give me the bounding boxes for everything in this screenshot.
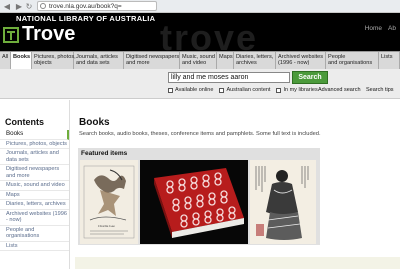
brand-title[interactable]: Trove: [22, 23, 75, 46]
tab-all[interactable]: All: [0, 52, 11, 70]
sidebar-item-people[interactable]: People and organisations: [0, 226, 69, 242]
search-tips-link[interactable]: Search tips: [366, 87, 394, 93]
globe-icon: [40, 3, 46, 9]
page-title: Books: [79, 117, 110, 128]
footer-band: [75, 257, 400, 269]
tab-maps[interactable]: Maps: [217, 52, 234, 70]
featured-item-print[interactable]: [250, 160, 316, 244]
search-button[interactable]: Search: [292, 71, 328, 84]
sidebar-item-journals[interactable]: Journals, articles and data sets: [0, 149, 69, 165]
browser-toolbar: ◀ ▶ ↻ trove.nla.gov.au/book?q=: [0, 0, 400, 13]
site-header: NATIONAL LIBRARY OF AUSTRALIA Trove trov…: [0, 13, 400, 55]
institution-name: NATIONAL LIBRARY OF AUSTRALIA: [16, 14, 156, 23]
contents-sidebar: Contents Books Pictures, photos, objects…: [0, 100, 70, 269]
sidebar-item-newspapers[interactable]: Digitised newspapers and more: [0, 165, 69, 181]
search-options: Available online Australian content In m…: [168, 87, 318, 93]
illustration-image: Charlie Gee: [80, 160, 138, 244]
option-australian-content[interactable]: Australian content: [219, 87, 270, 93]
tab-journals[interactable]: Journals, articles and data sets: [74, 52, 124, 70]
page-description: Search books, audio books, theses, confe…: [79, 131, 321, 137]
sidebar-list: Books Pictures, photos, objects Journals…: [0, 130, 69, 251]
about-link[interactable]: Ab: [388, 25, 396, 32]
option-available-online[interactable]: Available online: [168, 87, 213, 93]
brand-watermark: trove: [160, 17, 259, 55]
tab-lists[interactable]: Lists: [379, 52, 400, 70]
main-content: Books Search books, audio books, theses,…: [75, 100, 400, 269]
featured-item-red-book[interactable]: [140, 160, 248, 244]
sidebar-item-books[interactable]: Books: [0, 130, 69, 140]
sidebar-item-music[interactable]: Music, sound and video: [0, 181, 69, 191]
sidebar-item-pictures[interactable]: Pictures, photos, objects: [0, 140, 69, 149]
featured-item-illustration[interactable]: Charlie Gee: [80, 160, 138, 244]
advanced-search-link[interactable]: Advanced search: [318, 87, 361, 93]
forward-icon[interactable]: ▶: [14, 1, 24, 11]
tab-archived-websites[interactable]: Archived websites (1996 - now): [276, 52, 326, 70]
sidebar-title: Contents: [5, 117, 44, 127]
url-text: trove.nla.gov.au/book?q=: [49, 2, 122, 10]
checkbox-icon[interactable]: [219, 87, 225, 93]
search-input[interactable]: lilly and me moses aaron: [168, 72, 290, 83]
illustration-caption: Charlie Gee: [98, 224, 115, 228]
address-bar[interactable]: trove.nla.gov.au/book?q=: [37, 1, 157, 11]
header-links: Home Ab: [365, 25, 396, 32]
tab-people[interactable]: People and organisations: [326, 52, 379, 70]
option-label: Australian content: [226, 87, 271, 93]
sidebar-item-maps[interactable]: Maps: [0, 191, 69, 200]
sidebar-item-archived-websites[interactable]: Archived websites (1996 - now): [0, 210, 69, 226]
search-area: lilly and me moses aaron Search Availabl…: [0, 69, 400, 99]
option-in-my-libraries[interactable]: In my libraries: [276, 87, 318, 93]
featured-label: Featured items: [81, 150, 128, 157]
home-link[interactable]: Home: [365, 25, 382, 32]
trove-logo-icon[interactable]: [3, 27, 19, 43]
tab-newspapers[interactable]: Digitised newspapers and more: [124, 52, 180, 70]
sidebar-item-lists[interactable]: Lists: [0, 242, 69, 251]
option-label: Available online: [175, 87, 214, 93]
tab-pictures[interactable]: Pictures, photos, objects: [32, 52, 76, 70]
option-label: In my libraries: [283, 87, 318, 93]
checkbox-icon[interactable]: [168, 87, 173, 93]
tab-books[interactable]: Books: [11, 52, 32, 70]
tab-music[interactable]: Music, sound and video: [180, 52, 217, 70]
tab-diaries[interactable]: Diaries, letters, archives: [234, 52, 276, 70]
featured-items-panel: Featured items Charlie Gee: [78, 148, 320, 245]
sidebar-item-diaries[interactable]: Diaries, letters, archives: [0, 200, 69, 210]
checkbox-icon[interactable]: [276, 87, 282, 93]
back-icon[interactable]: ◀: [2, 1, 12, 11]
zone-tabs: All Books Pictures, photos, objects Journ…: [0, 51, 400, 70]
reload-icon[interactable]: ↻: [24, 1, 34, 11]
red-book-image: [140, 160, 248, 244]
print-image: [250, 160, 316, 244]
